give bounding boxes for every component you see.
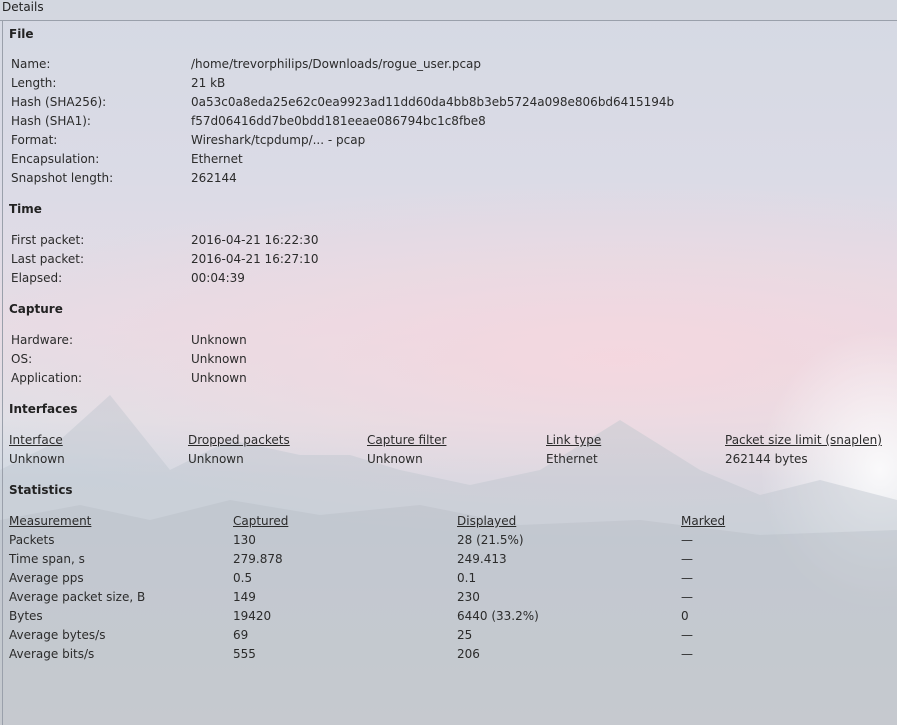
row-label: Elapsed: <box>11 271 63 285</box>
row-label: Length: <box>11 76 57 90</box>
row-value: 2016-04-21 16:27:10 <box>191 252 319 266</box>
table-cell: 555 <box>233 647 256 661</box>
row-label: Format: <box>11 133 58 147</box>
details-panel: File Name: /home/trevorphilips/Downloads/… <box>2 21 896 725</box>
row-value: 2016-04-21 16:22:30 <box>191 233 319 247</box>
row-label: Name: <box>11 57 51 71</box>
table-cell: Unknown <box>367 452 423 466</box>
table-cell: Ethernet <box>546 452 598 466</box>
row-label: Encapsulation: <box>11 152 100 166</box>
row-value: 00:04:39 <box>191 271 245 285</box>
statistics-col-marked: Marked <box>681 514 726 528</box>
table-cell: — <box>681 552 693 566</box>
table-cell: 230 <box>457 590 480 604</box>
section-time-heading: Time <box>9 202 42 216</box>
statistics-col-captured: Captured <box>233 514 289 528</box>
table-cell: Packets <box>9 533 55 547</box>
interfaces-col-link-type: Link type <box>546 433 602 447</box>
table-cell: 19420 <box>233 609 272 623</box>
row-label: Application: <box>11 371 83 385</box>
table-cell: Bytes <box>9 609 43 623</box>
table-cell: 25 <box>457 628 473 642</box>
interfaces-col-filter: Capture filter <box>367 433 447 447</box>
table-cell: — <box>681 590 693 604</box>
row-value: Unknown <box>191 371 247 385</box>
table-cell: Average bytes/s <box>9 628 106 642</box>
row-label: Last packet: <box>11 252 85 266</box>
table-cell: 262144 bytes <box>725 452 808 466</box>
window-title: Details <box>2 0 44 14</box>
interfaces-col-dropped: Dropped packets <box>188 433 290 447</box>
statistics-col-measurement: Measurement <box>9 514 92 528</box>
table-cell: 0.1 <box>457 571 477 585</box>
section-statistics-heading: Statistics <box>9 483 73 497</box>
section-file-heading: File <box>9 27 34 41</box>
table-cell: 0 <box>681 609 689 623</box>
section-interfaces-heading: Interfaces <box>9 402 78 416</box>
table-cell: Time span, s <box>9 552 85 566</box>
table-cell: Average packet size, B <box>9 590 146 604</box>
row-value: Unknown <box>191 352 247 366</box>
table-cell: Average pps <box>9 571 84 585</box>
table-cell: 279.878 <box>233 552 283 566</box>
row-label: Hardware: <box>11 333 73 347</box>
window-titlebar: Details <box>0 0 897 21</box>
table-cell: 28 (21.5%) <box>457 533 524 547</box>
row-label: Hash (SHA1): <box>11 114 91 128</box>
row-value: 21 kB <box>191 76 226 90</box>
table-cell: Average bits/s <box>9 647 95 661</box>
table-cell: 149 <box>233 590 256 604</box>
row-value: 0a53c0a8eda25e62c0ea9923ad11dd60da4bb8b3… <box>191 95 675 109</box>
table-cell: 69 <box>233 628 249 642</box>
row-value: 262144 <box>191 171 237 185</box>
row-label: Snapshot length: <box>11 171 114 185</box>
table-cell: 6440 (33.2%) <box>457 609 539 623</box>
table-cell: 249.413 <box>457 552 507 566</box>
row-value: f57d06416dd7be0bdd181eeae086794bc1c8fbe8 <box>191 114 486 128</box>
row-value: Wireshark/tcpdump/... - pcap <box>191 133 366 147</box>
table-cell: 130 <box>233 533 256 547</box>
section-capture-heading: Capture <box>9 302 63 316</box>
row-label: OS: <box>11 352 33 366</box>
statistics-col-displayed: Displayed <box>457 514 517 528</box>
row-label: Hash (SHA256): <box>11 95 107 109</box>
table-cell: — <box>681 628 693 642</box>
interfaces-col-snaplen: Packet size limit (snaplen) <box>725 433 882 447</box>
row-value: Unknown <box>191 333 247 347</box>
row-value: /home/trevorphilips/Downloads/rogue_user… <box>191 57 482 71</box>
row-label: First packet: <box>11 233 85 247</box>
table-cell: 0.5 <box>233 571 253 585</box>
table-cell: — <box>681 571 693 585</box>
table-cell: — <box>681 647 693 661</box>
table-cell: Unknown <box>188 452 244 466</box>
table-cell: — <box>681 533 693 547</box>
interfaces-col-interface: Interface <box>9 433 63 447</box>
table-cell: Unknown <box>9 452 65 466</box>
row-value: Ethernet <box>191 152 243 166</box>
table-cell: 206 <box>457 647 480 661</box>
